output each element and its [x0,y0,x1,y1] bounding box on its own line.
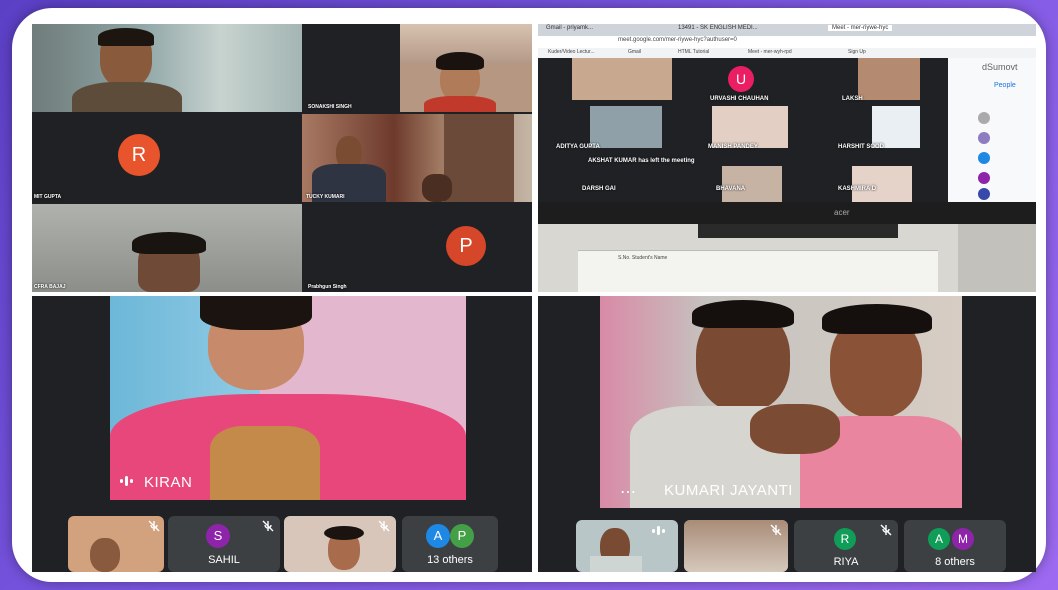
bookmark[interactable]: Sign Up [848,49,866,55]
participant-name: LAKSH [842,96,863,102]
thumbnail-tile[interactable] [284,516,396,572]
thumbnail-tile[interactable] [68,516,164,572]
main-video: KIRAN [110,296,466,500]
participant-name: SAHIL [208,554,240,566]
avatar [978,188,990,200]
bookmark[interactable]: HTML Tutorial [678,49,709,55]
video-tile [400,24,532,112]
video-tile: R MIT GUPTA [32,114,302,202]
more-options-dots[interactable]: ⋯ [620,485,636,501]
thumbnail-tile[interactable] [684,520,788,572]
participant-avatar: P [446,226,486,266]
participant-name: TUCKY KUMARI [306,194,345,200]
paper-sheet: S.No. Student's Name [578,250,938,292]
participant-video [72,28,182,112]
bookmark[interactable]: Meet - mer-wyh-rpd [748,49,792,55]
video-tile: CFRA BAJAJ [32,204,302,292]
others-count: 13 others [427,554,473,566]
video-tile: P Prabhgun Singh [302,204,532,292]
participant-avatar: A [928,528,950,550]
browser-tab[interactable]: 13491 - SK ENGLISH MEDI... [678,25,758,31]
audio-level-indicator [120,476,133,486]
participant-avatar: A [426,524,450,548]
avatar [978,112,990,124]
participant-name: URVASHI CHAUHAN [710,96,769,102]
url-text: meet.google.com/mer-riywe-hyc?authuser=0 [618,37,737,43]
participant-name: ADITYA GUPTA [556,144,600,150]
others-tile[interactable]: A M 8 others [904,520,1006,572]
mic-off-icon [148,520,160,532]
participant-name: KASHMIRA D [838,186,877,192]
participant-avatar: R [834,528,856,550]
mic-off-icon [262,520,274,532]
participant-name: MIT GUPTA [34,194,62,200]
others-tile[interactable]: A P 13 others [402,516,498,572]
participant-avatar: P [450,524,474,548]
monitor-meet-grid: U URVASHI CHAUHAN LAKSH ADITYA GUPTA MAN… [538,58,948,202]
browser-tab[interactable]: Meet - mer-riywe-hyc [828,25,893,31]
people-tab[interactable]: People [994,82,1016,89]
top-right-monitor-photo: Gmail - priyamk... 13491 - SK ENGLISH ME… [538,24,1036,292]
participant-name: Prabhgun Singh [308,284,347,290]
mic-off-icon [770,524,782,536]
participant-name: HARSHIT SOOD [838,144,885,150]
audio-level-indicator [652,526,665,535]
browser-tab[interactable]: Gmail - priyamk... [546,25,593,31]
video-tile [32,24,302,112]
side-panel-title: dSumovt [982,62,1018,72]
mic-off-icon [378,520,390,532]
bookmark[interactable]: Kuder/Video Lectur... [548,49,595,55]
thumbnail-tile[interactable] [576,520,678,572]
address-bar[interactable]: meet.google.com/mer-riywe-hyc?authuser=0 [538,36,1036,48]
top-left-meet-screenshot: SONAKSHI SINGH R MIT GUPTA TUCKY KUMARI … [32,24,532,292]
bookmark[interactable]: Gmail [628,49,641,55]
bottom-right-meet-screenshot: ⋯ KUMARI JAYANTI R RIYA A M 8 others [538,296,1036,572]
participant-name: CFRA BAJAJ [34,284,66,290]
participant-name: RIYA [833,556,859,568]
main-speaker-name: KUMARI JAYANTI [664,482,793,499]
meeting-notice: AKSHAT KUMAR has left the meeting [588,158,695,164]
sheet-header: S.No. Student's Name [618,255,668,261]
people-side-panel: dSumovt People [948,58,1036,202]
bottom-left-meet-screenshot: KIRAN S SAHIL A P 13 others [32,296,532,572]
thumbnail-tile[interactable]: S SAHIL [168,516,280,572]
avatar [978,172,990,184]
video-tile: TUCKY KUMARI [302,114,532,202]
avatar [978,152,990,164]
browser-tab-bar: Gmail - priyamk... 13491 - SK ENGLISH ME… [538,24,1036,36]
main-video: ⋯ KUMARI JAYANTI [600,296,962,508]
bookmarks-bar: Kuder/Video Lectur... Gmail HTML Tutoria… [538,48,1036,58]
mic-off-icon [880,524,892,536]
participant-name: SONAKSHI SINGH [308,104,352,110]
participant-name: MANISH PANDEY [708,144,758,150]
participant-avatar: M [952,528,974,550]
monitor-bezel: acer [538,202,1036,224]
thumbnail-tile[interactable]: R RIYA [794,520,898,572]
participant-name: DARSH GAI [582,186,616,192]
participant-avatar: S [206,524,230,548]
participant-avatar: R [118,134,160,176]
monitor-brand: acer [834,208,850,217]
avatar [978,132,990,144]
main-speaker-name: KIRAN [144,474,193,491]
others-count: 8 others [935,556,975,568]
participant-avatar: U [728,66,754,92]
video-tile: SONAKSHI SINGH [302,24,398,112]
participant-name: BHAVANA [716,186,746,192]
